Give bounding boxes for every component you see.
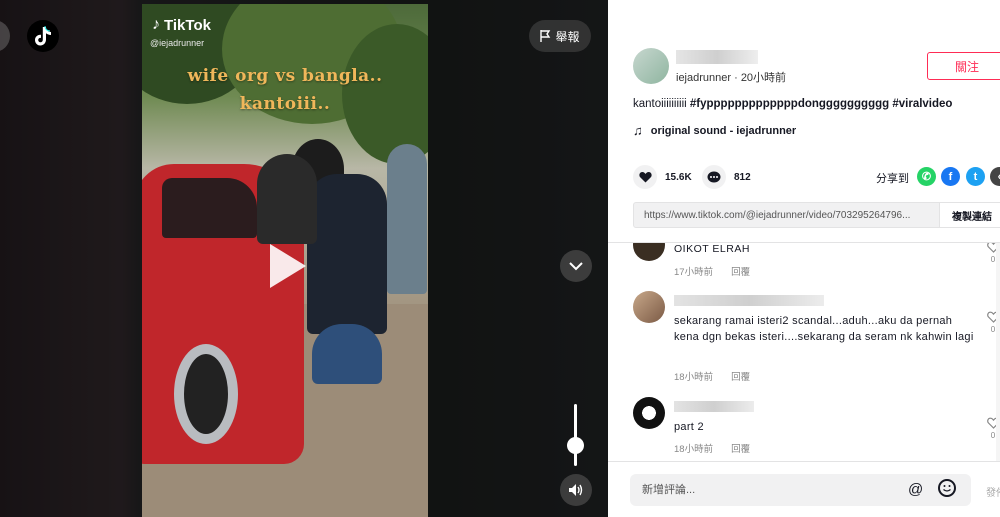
volume-slider-handle[interactable]: [567, 437, 584, 454]
comment-time: 17小時前: [674, 267, 714, 278]
reply-button[interactable]: 回覆: [731, 369, 750, 383]
video-player[interactable]: ♪ TikTok @iejadrunner wife org vs bangla.…: [142, 4, 428, 517]
comment-text: sekarang ramai isteri2 scandal...aduh...…: [674, 315, 974, 343]
flag-icon: [540, 30, 551, 42]
video-overlay-line-1: wife org vs bangla..: [187, 66, 383, 86]
play-icon[interactable]: [270, 244, 306, 288]
more-share-icon[interactable]: ‹: [990, 167, 1000, 186]
emoji-icon[interactable]: [938, 479, 956, 497]
volume-icon: [569, 484, 583, 496]
comment-text: part 2: [674, 421, 704, 433]
facebook-icon[interactable]: f: [941, 167, 960, 186]
share-label: 分享到: [876, 173, 909, 185]
at-icon[interactable]: @: [908, 481, 923, 498]
post-caption: kantoiiiiiiiiii #fypppppppppppppdonggggg…: [633, 98, 952, 110]
comment-count: 812: [734, 171, 751, 183]
comment-count-button[interactable]: 812: [702, 165, 751, 189]
info-panel: iejadrunner · 20小時前 關注 kantoiiiiiiiiii #…: [608, 0, 1000, 517]
video-link-box: https://www.tiktok.com/@iejadrunner/vide…: [633, 202, 1000, 228]
comment-icon: [702, 165, 726, 189]
comment-composer: @ 發佈: [608, 461, 1000, 517]
author-avatar[interactable]: [633, 48, 669, 84]
comment-time: 18小時前: [674, 444, 714, 455]
post-comment-button[interactable]: 發佈: [986, 484, 1000, 499]
heart-icon: [633, 165, 657, 189]
comment-avatar[interactable]: [633, 291, 665, 323]
volume-slider-track[interactable]: [574, 404, 577, 466]
video-link-url[interactable]: https://www.tiktok.com/@iejadrunner/vide…: [644, 210, 939, 221]
chevron-down-icon: [569, 261, 583, 270]
video-overlay-line-2: kantoiii..: [239, 94, 331, 114]
mute-button[interactable]: [560, 474, 592, 506]
hashtag-link[interactable]: #viralvideo: [892, 98, 952, 110]
like-button[interactable]: 15.6K: [633, 165, 692, 189]
comment-author-redacted[interactable]: [674, 401, 754, 412]
video-panel: ♪ TikTok @iejadrunner wife org vs bangla.…: [0, 0, 608, 517]
tiktok-watermark: ♪ TikTok: [152, 16, 211, 34]
twitter-icon[interactable]: t: [966, 167, 985, 186]
comment-meta: 18小時前 回覆: [674, 441, 750, 455]
whatsapp-icon[interactable]: ✆: [917, 167, 936, 186]
caption-text: kantoiiiiiiiiii: [633, 98, 690, 110]
next-video-button[interactable]: [560, 250, 592, 282]
comment-author[interactable]: OIKOT ELRAH: [674, 243, 750, 255]
like-count: 15.6K: [665, 171, 692, 183]
hashtag-link[interactable]: #fypppppppppppppdongggggggggg: [690, 98, 889, 110]
comment-meta: 18小時前 回覆: [674, 369, 750, 383]
sound-link[interactable]: ♫ original sound - iejadrunner: [633, 123, 796, 138]
comment-avatar[interactable]: [633, 243, 665, 261]
copy-link-button[interactable]: 複製連結: [939, 203, 1000, 227]
follow-button[interactable]: 關注: [927, 52, 1000, 80]
comment-author-redacted[interactable]: [674, 295, 824, 306]
reply-button[interactable]: 回覆: [731, 264, 750, 278]
sound-label: original sound - iejadrunner: [650, 124, 797, 137]
report-label: 舉報: [555, 29, 580, 44]
author-meta[interactable]: iejadrunner · 20小時前: [676, 69, 786, 85]
music-note-icon: ♫: [633, 123, 643, 138]
comment-list: OIKOT ELRAH 17小時前 回覆 0 sekarang ramai is…: [608, 243, 1000, 461]
comment-scrollbar[interactable]: [996, 243, 1000, 463]
reply-button[interactable]: 回覆: [731, 441, 750, 455]
report-button[interactable]: 舉報: [529, 20, 591, 52]
comment-time: 18小時前: [674, 372, 714, 383]
comment-meta: 17小時前 回覆: [674, 264, 750, 278]
comment-avatar[interactable]: [633, 397, 665, 429]
author-name-redacted[interactable]: [676, 50, 758, 64]
tiktok-logo-icon[interactable]: [27, 20, 59, 52]
watermark-handle: @iejadrunner: [150, 38, 205, 48]
